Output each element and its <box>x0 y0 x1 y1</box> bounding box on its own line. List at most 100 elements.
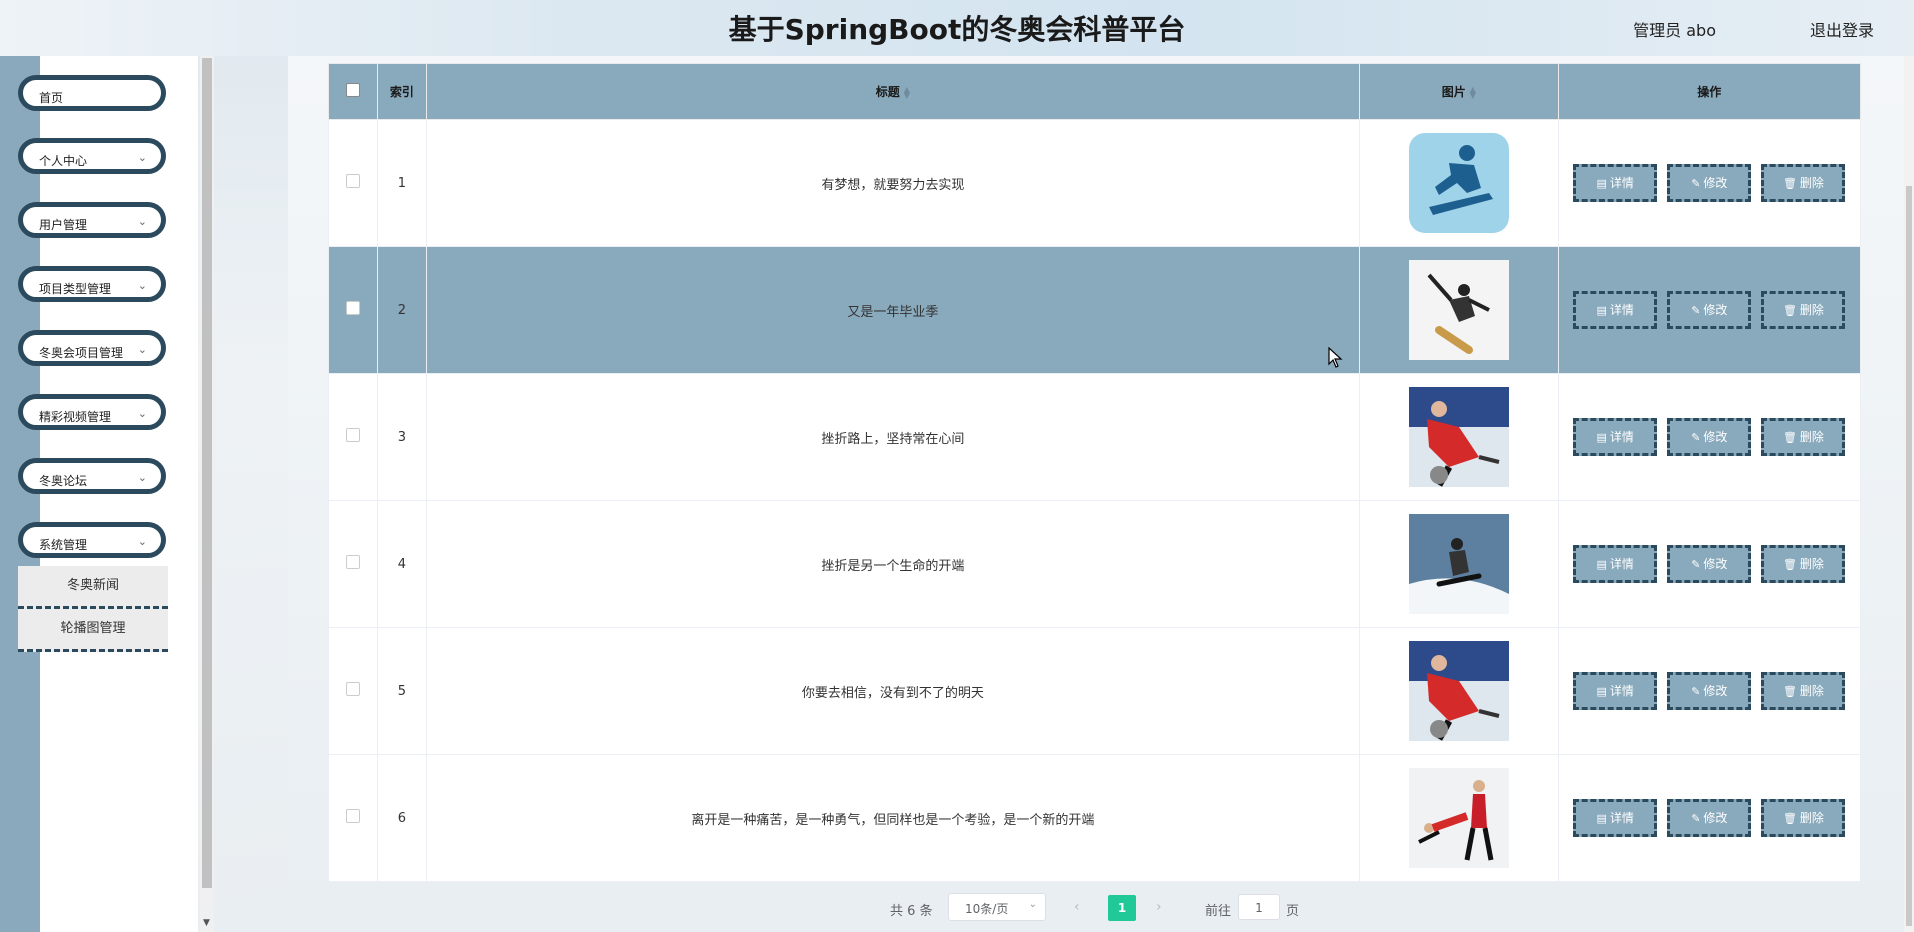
sidebar-item-5[interactable]: 精彩视频管理 ⌄ <box>18 394 166 430</box>
actions-cell: ▤ 详情 ✎ 修改 🗑 删除 <box>1557 500 1862 628</box>
index-cell: 1 <box>376 119 427 247</box>
select-cell <box>328 754 378 882</box>
delete-label: 删除 <box>1799 557 1824 571</box>
row-checkbox[interactable] <box>345 301 360 315</box>
goto-label: 前往 <box>1205 904 1232 919</box>
col-image[interactable]: 图片 ▲ ▼ <box>1358 63 1559 120</box>
edit-button[interactable]: ✎ 修改 <box>1667 164 1752 202</box>
detail-button[interactable]: ▤ 详情 <box>1573 672 1658 710</box>
sidebar-subitem-0[interactable]: 冬奥新闻 <box>18 566 168 609</box>
document-icon: ▤ <box>1596 431 1607 444</box>
edit-button[interactable]: ✎ 修改 <box>1667 672 1752 710</box>
image-cell <box>1358 627 1559 755</box>
title-cell: 你要去相信，没有到不了的明天 <box>425 627 1360 755</box>
edit-button[interactable]: ✎ 修改 <box>1667 418 1752 456</box>
page-size-select[interactable]: 10条/页 ⌄ <box>948 893 1046 921</box>
title-cell: 挫折路上，坚持常在心间 <box>425 373 1360 501</box>
edit-button[interactable]: ✎ 修改 <box>1667 291 1752 329</box>
sidebar-item-1[interactable]: 个人中心 ⌄ <box>18 138 166 174</box>
delete-button[interactable]: 🗑 删除 <box>1761 672 1846 710</box>
row-checkbox[interactable] <box>345 174 360 188</box>
document-icon: ▤ <box>1596 304 1607 317</box>
row-checkbox[interactable] <box>345 809 360 823</box>
row-checkbox[interactable] <box>345 428 360 442</box>
sort-icon[interactable]: ▲ ▼ <box>1470 85 1476 99</box>
chevron-down-icon: ⌄ <box>137 407 147 420</box>
sidebar-scrollbar[interactable]: ▼ <box>200 56 214 932</box>
sidebar-item-label: 系统管理 <box>39 538 88 552</box>
sidebar-item-6[interactable]: 冬奥论坛 ⌄ <box>18 458 166 494</box>
detail-button[interactable]: ▤ 详情 <box>1573 291 1658 329</box>
logout-link[interactable]: 退出登录 <box>1810 17 1874 41</box>
table-row[interactable]: 3 挫折路上，坚持常在心间 ▤ 详情 ✎ 修改 🗑 删除 <box>328 373 1862 501</box>
detail-button[interactable]: ▤ 详情 <box>1573 799 1658 837</box>
prev-page-icon[interactable]: ‹ <box>1074 899 1080 915</box>
row-title: 有梦想，就要努力去实现 <box>821 177 965 193</box>
row-index: 2 <box>397 302 406 318</box>
detail-label: 详情 <box>1609 684 1634 698</box>
detail-label: 详情 <box>1609 430 1634 444</box>
delete-label: 删除 <box>1799 811 1824 825</box>
row-title: 你要去相信，没有到不了的明天 <box>801 685 984 701</box>
sidebar-strip <box>0 56 40 932</box>
edit-button[interactable]: ✎ 修改 <box>1667 545 1752 583</box>
row-checkbox[interactable] <box>345 682 360 696</box>
document-icon: ▤ <box>1596 177 1607 190</box>
actions-cell: ▤ 详情 ✎ 修改 🗑 删除 <box>1557 246 1862 374</box>
sidebar-item-2[interactable]: 用户管理 ⌄ <box>18 202 166 238</box>
top-header: 基于SpringBoot的冬奥会科普平台 管理员 abo 退出登录 <box>0 0 1914 56</box>
row-image <box>1408 260 1509 360</box>
table-row[interactable]: 1 有梦想，就要努力去实现 ▤ 详情 ✎ 修改 🗑 删除 <box>328 119 1862 247</box>
delete-button[interactable]: 🗑 删除 <box>1761 799 1846 837</box>
detail-button[interactable]: ▤ 详情 <box>1573 545 1658 583</box>
chevron-down-icon: ⌄ <box>137 215 147 228</box>
table-row[interactable]: 5 你要去相信，没有到不了的明天 ▤ 详情 ✎ 修改 🗑 删除 <box>328 627 1862 755</box>
row-index: 1 <box>397 175 406 191</box>
col-title[interactable]: 标题 ▲ ▼ <box>425 63 1360 120</box>
chevron-down-icon: ⌄ <box>137 471 147 484</box>
goto-page-input[interactable]: 1 <box>1238 894 1280 920</box>
sidebar-item-7[interactable]: 系统管理 ⌄ <box>18 522 166 558</box>
page-number-current[interactable]: 1 <box>1108 895 1136 921</box>
delete-button[interactable]: 🗑 删除 <box>1761 418 1846 456</box>
main-scrollbar[interactable] <box>1904 56 1914 932</box>
sidebar-item-0[interactable]: 首页 <box>18 75 166 111</box>
trash-icon: 🗑 <box>1782 685 1797 698</box>
chevron-down-icon: ⌄ <box>1028 899 1037 910</box>
index-cell: 6 <box>376 754 427 882</box>
detail-button[interactable]: ▤ 详情 <box>1573 418 1658 456</box>
edit-button[interactable]: ✎ 修改 <box>1667 799 1752 837</box>
data-table: 索引 标题 ▲ ▼ 图片 ▲ ▼ 操作 1 有梦想，就要努力去实现 ▤ 详情 ✎ 修改 🗑 删… <box>328 63 1862 882</box>
document-icon: ▤ <box>1596 558 1607 571</box>
pencil-icon: ✎ <box>1691 558 1701 571</box>
select-all-cell <box>328 63 378 120</box>
row-index: 4 <box>397 556 406 572</box>
document-icon: ▤ <box>1596 812 1607 825</box>
sidebar-item-label: 冬奥论坛 <box>39 474 88 488</box>
table-row[interactable]: 4 挫折是另一个生命的开端 ▤ 详情 ✎ 修改 🗑 删除 <box>328 500 1862 628</box>
next-page-icon[interactable]: › <box>1156 899 1162 915</box>
sidebar-subitem-1[interactable]: 轮播图管理 <box>18 609 168 652</box>
table-row[interactable]: 2 又是一年毕业季 ▤ 详情 ✎ 修改 🗑 删除 <box>328 246 1862 374</box>
sidebar-item-label: 用户管理 <box>39 218 88 232</box>
delete-button[interactable]: 🗑 删除 <box>1761 164 1846 202</box>
trash-icon: 🗑 <box>1782 304 1797 317</box>
pencil-icon: ✎ <box>1691 812 1701 825</box>
row-image <box>1408 768 1509 868</box>
image-cell <box>1358 500 1559 628</box>
sidebar-item-3[interactable]: 项目类型管理 ⌄ <box>18 266 166 302</box>
row-checkbox[interactable] <box>345 555 360 569</box>
sort-icon[interactable]: ▲ ▼ <box>904 85 910 99</box>
select-all-checkbox[interactable] <box>345 83 360 97</box>
delete-label: 删除 <box>1799 684 1824 698</box>
sidebar-item-4[interactable]: 冬奥会项目管理 ⌄ <box>18 330 166 366</box>
detail-button[interactable]: ▤ 详情 <box>1573 164 1658 202</box>
sidebar-item-label: 冬奥会项目管理 <box>39 346 124 360</box>
main-scroll-thumb[interactable] <box>1906 186 1912 926</box>
delete-button[interactable]: 🗑 删除 <box>1761 291 1846 329</box>
pencil-icon: ✎ <box>1691 304 1701 317</box>
table-row[interactable]: 6 离开是一种痛苦，是一种勇气，但同样也是一个考验，是一个新的开端 ▤ 详情 ✎ 修… <box>328 754 1862 882</box>
delete-button[interactable]: 🗑 删除 <box>1761 545 1846 583</box>
sidebar-scroll-thumb[interactable] <box>202 58 212 888</box>
chevron-down-icon: ⌄ <box>137 535 147 548</box>
